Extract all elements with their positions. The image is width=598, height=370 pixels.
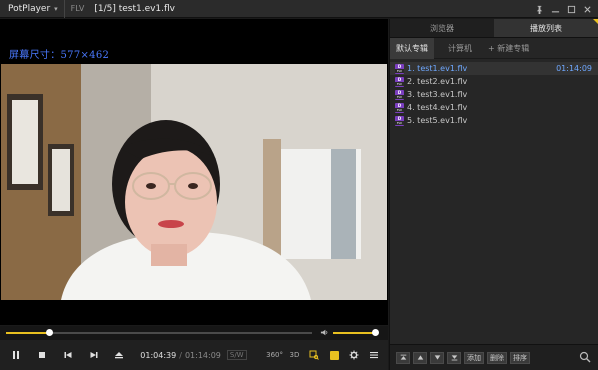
- tab-computer[interactable]: 计算机: [442, 38, 478, 59]
- seek-bar[interactable]: [6, 329, 312, 336]
- panel-tabs: 浏览器 播放列表: [390, 19, 598, 38]
- previous-button[interactable]: [55, 345, 81, 365]
- list-item-duration: 01:14:09: [556, 64, 592, 73]
- total-time: 01:14:09: [184, 350, 221, 360]
- pause-button[interactable]: [3, 345, 29, 365]
- video-area[interactable]: 屏幕尺寸：577×462: [0, 19, 388, 325]
- current-time: 01:04:39: [140, 350, 177, 360]
- seek-row: [0, 326, 388, 340]
- list-item-label: 3. test3.ev1.flv: [407, 90, 468, 99]
- new-album-button[interactable]: + 新建专辑: [482, 38, 535, 59]
- volume-icon[interactable]: [320, 328, 329, 340]
- flv-file-icon: D FLV: [395, 63, 404, 74]
- list-item-label: 1. test1.ev1.flv: [407, 64, 468, 73]
- list-item[interactable]: D FLV 2. test2.ev1.flv: [390, 75, 598, 88]
- menu-icon[interactable]: [364, 345, 384, 365]
- move-down-button[interactable]: [430, 351, 444, 364]
- seek-handle[interactable]: [45, 329, 53, 336]
- search-icon[interactable]: [579, 351, 591, 363]
- screen-size-info: 屏幕尺寸：577×462: [9, 50, 110, 61]
- move-up-button[interactable]: [413, 351, 427, 364]
- eject-button[interactable]: [106, 345, 132, 365]
- title-bar: PotPlayer ▾ FLV [1/5] test1.ev1.flv: [0, 0, 598, 18]
- window-controls: [532, 0, 594, 18]
- add-button[interactable]: 添加: [464, 351, 484, 364]
- time-separator: /: [179, 350, 182, 360]
- tab-default-album[interactable]: 默认专辑: [390, 37, 434, 59]
- list-item-label: 5. test5.ev1.flv: [407, 116, 468, 125]
- playlist: D FLV 1. test1.ev1.flv 01:14:09 D FLV 2. t…: [390, 59, 598, 127]
- close-icon[interactable]: [580, 2, 594, 16]
- flv-file-icon: D FLV: [395, 102, 404, 113]
- tab-playlist[interactable]: 播放列表: [494, 19, 598, 37]
- playlist-panel: 浏览器 播放列表 默认专辑 计算机 + 新建专辑 D FLV 1. test1.e…: [389, 19, 598, 370]
- maximize-icon[interactable]: [564, 2, 578, 16]
- flv-file-icon: D FLV: [395, 115, 404, 126]
- subtitle-icon[interactable]: [324, 345, 344, 365]
- volume-handle[interactable]: [371, 329, 379, 336]
- list-item[interactable]: D FLV 3. test3.ev1.flv: [390, 88, 598, 101]
- sw-decoder-toggle[interactable]: S/W: [226, 350, 247, 360]
- list-item[interactable]: D FLV 1. test1.ev1.flv 01:14:09: [390, 62, 598, 75]
- file-title: [1/5] test1.ev1.flv: [94, 3, 176, 14]
- move-bottom-button[interactable]: [447, 351, 461, 364]
- next-button[interactable]: [81, 345, 107, 365]
- tab-browser[interactable]: 浏览器: [390, 19, 494, 37]
- minimize-icon[interactable]: [548, 2, 562, 16]
- list-item[interactable]: D FLV 4. test4.ev1.flv: [390, 101, 598, 114]
- volume-fill: [333, 332, 375, 334]
- app-name: PotPlayer: [8, 3, 51, 14]
- 360-mode-button[interactable]: 360°: [265, 351, 285, 359]
- list-item-label: 2. test2.ev1.flv: [407, 77, 468, 86]
- capture-icon[interactable]: [304, 345, 324, 365]
- flv-file-icon: D FLV: [395, 76, 404, 87]
- move-top-button[interactable]: [396, 351, 410, 364]
- list-item[interactable]: D FLV 5. test5.ev1.flv: [390, 114, 598, 127]
- control-bar: 01:04:39 / 01:14:09 S/W 360° 3D: [0, 340, 388, 370]
- flv-file-icon: D FLV: [395, 89, 404, 100]
- format-label: FLV: [70, 4, 85, 13]
- playlist-toolbar: 添加 删除 排序: [390, 344, 598, 370]
- seek-bar-fill: [6, 332, 49, 334]
- app-menu-button[interactable]: PotPlayer ▾: [0, 0, 65, 18]
- 3d-mode-button[interactable]: 3D: [285, 351, 305, 359]
- settings-gear-icon[interactable]: [344, 345, 364, 365]
- list-item-label: 4. test4.ev1.flv: [407, 103, 468, 112]
- video-frame[interactable]: [1, 64, 387, 300]
- album-tabs: 默认专辑 计算机 + 新建专辑: [390, 37, 598, 59]
- delete-button[interactable]: 删除: [487, 351, 507, 364]
- volume-slider[interactable]: [333, 329, 379, 336]
- sort-button[interactable]: 排序: [510, 351, 530, 364]
- pin-icon[interactable]: [532, 2, 546, 16]
- chevron-down-icon: ▾: [54, 4, 58, 13]
- stop-button[interactable]: [29, 345, 55, 365]
